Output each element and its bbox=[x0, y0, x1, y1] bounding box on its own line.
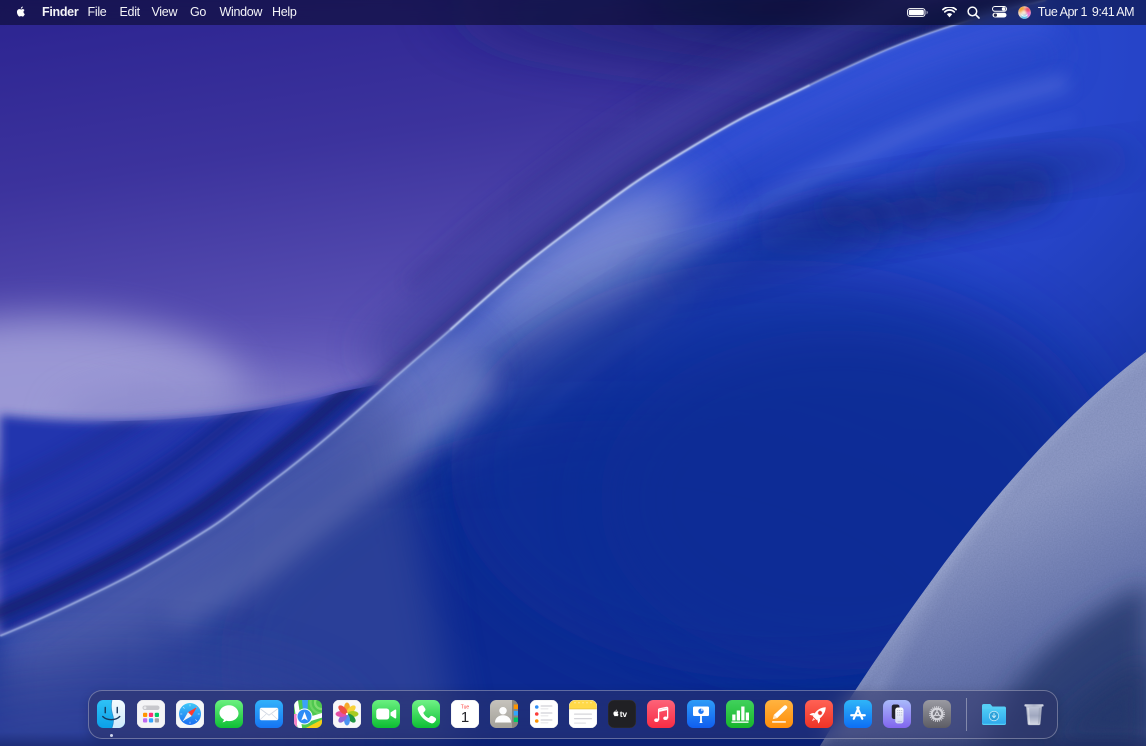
svg-text:tv: tv bbox=[620, 709, 628, 719]
svg-text:1: 1 bbox=[461, 709, 469, 726]
